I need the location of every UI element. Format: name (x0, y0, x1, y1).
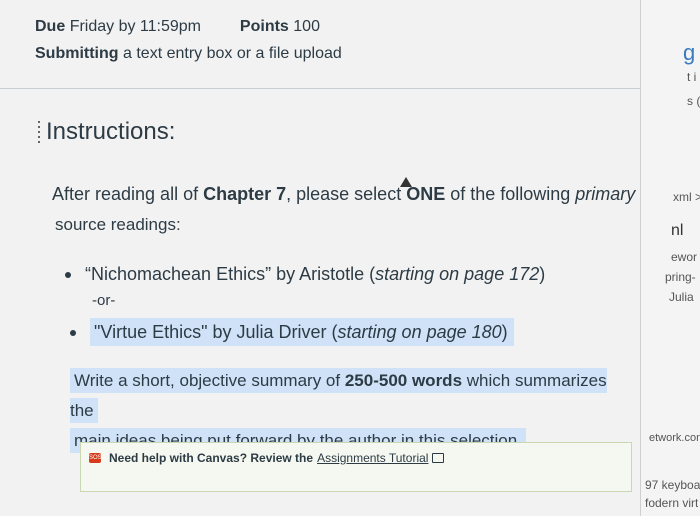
intro-paragraph: After reading all of Chapter 7, please s… (52, 184, 635, 205)
submitting-value: a text entry box or a file upload (123, 45, 342, 62)
summary-word-count: 250-500 words (344, 371, 463, 390)
sidebar-item-8[interactable]: etwork.con (649, 432, 700, 444)
intro-text-after: of the following (445, 184, 576, 204)
right-sidebar: g t i s ( xml > nl ewor pring- Julia etw… (640, 0, 700, 516)
due-row: Due Friday by 11:59pm Points 100 (35, 18, 320, 36)
assignment-page: Due Friday by 11:59pm Points 100 Submitt… (0, 0, 640, 516)
intro-one: ONE (406, 184, 446, 204)
reading2-title: "Virtue Ethics" by Julia Driver ( (94, 322, 338, 342)
due-value: Friday by 11:59pm (69, 18, 202, 35)
reading2-page: starting on page 180 (337, 322, 502, 342)
intro-text: After reading all of (52, 184, 204, 204)
sidebar-item-4: nl (671, 222, 684, 239)
summary-text: Write a short, objective summary of (74, 371, 345, 390)
sidebar-item-6[interactable]: pring- (665, 270, 696, 284)
points-label: Points (239, 18, 289, 35)
canvas-help-icon: SOS (89, 453, 102, 463)
instructions-heading: Instructions: (38, 118, 175, 146)
sidebar-item-5[interactable]: ewor (671, 250, 697, 264)
help-row: SOS Need help with Canvas? Review the As… (89, 451, 445, 465)
reading-item-driver: "Virtue Ethics" by Julia Driver (startin… (70, 318, 514, 346)
sidebar-item-10[interactable]: fodern virt (645, 496, 698, 510)
external-link-icon (432, 453, 445, 463)
points-value: 100 (293, 18, 320, 35)
sidebar-item-9[interactable]: 97 keyboa (645, 478, 700, 492)
due-label: Due (35, 18, 66, 35)
reading1-title: “Nichomachean Ethics” by Aristotle ( (85, 264, 376, 284)
sidebar-item-3: xml > (673, 190, 700, 204)
intro-chapter: Chapter 7 (203, 184, 287, 204)
sidebar-item-7[interactable]: Julia (669, 290, 694, 304)
submitting-row: Submitting a text entry box or a file up… (35, 45, 342, 63)
sidebar-item-1: t i (687, 70, 697, 84)
assignments-tutorial-link[interactable]: Assignments Tutorial (317, 451, 428, 465)
drag-handle-icon (38, 121, 40, 143)
bullet-icon (70, 330, 76, 337)
submitting-label: Submitting (35, 45, 119, 62)
or-separator: -or- (92, 292, 116, 309)
mouse-cursor-icon (400, 177, 412, 187)
instructions-title: Instructions: (46, 118, 176, 145)
reading2-end: ) (501, 322, 508, 342)
reading-item-aristotle: “Nichomachean Ethics” by Aristotle (star… (65, 264, 545, 285)
intro-paragraph-line2: source readings: (55, 215, 181, 234)
reading1-end: ) (539, 264, 546, 284)
bullet-icon (65, 272, 71, 279)
help-text: Need help with Canvas? Review the (109, 451, 314, 465)
summary-highlight: Write a short, objective summary of 250-… (70, 368, 607, 423)
sidebar-item-0: g (683, 40, 696, 65)
sidebar-item-2: s ( (687, 94, 700, 108)
reading2-highlight: "Virtue Ethics" by Julia Driver (startin… (90, 318, 514, 346)
divider (0, 88, 640, 89)
intro-primary: primary (575, 184, 636, 204)
intro-text-mid: , please select (286, 184, 407, 204)
canvas-help-box: SOS Need help with Canvas? Review the As… (80, 442, 632, 492)
reading1-page: starting on page 172 (375, 264, 540, 284)
